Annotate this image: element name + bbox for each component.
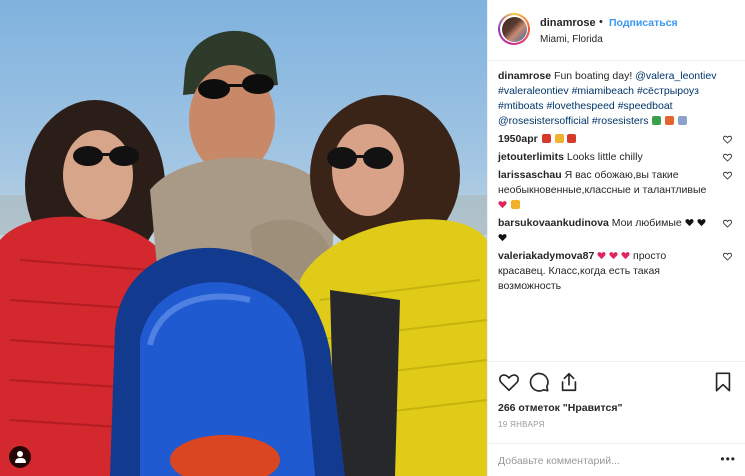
post-photo[interactable] <box>0 0 487 476</box>
heart-icon <box>609 252 618 260</box>
post-photo-scene <box>0 30 487 476</box>
more-options-icon[interactable]: ••• <box>720 452 736 466</box>
comment: jetouterlimits Looks little chilly <box>498 150 736 165</box>
caption: dinamrose Fun boating day! @valera_leont… <box>498 69 736 129</box>
comment-username[interactable]: jetouterlimits <box>498 151 564 163</box>
like-comment-icon[interactable] <box>723 171 732 180</box>
comments-list[interactable]: dinamrose Fun boating day! @valera_leont… <box>488 61 745 361</box>
like-comment-icon[interactable] <box>723 252 732 261</box>
comment-input[interactable] <box>498 452 698 470</box>
caption-tag[interactable]: #сёстрыроуз <box>637 85 699 97</box>
caption-username[interactable]: dinamrose <box>498 70 551 82</box>
like-comment-icon[interactable] <box>723 135 732 144</box>
likes-count[interactable]: 266 отметок "Нравится" <box>498 402 622 414</box>
rose-icon <box>541 134 551 143</box>
user-tag-icon[interactable] <box>9 446 31 468</box>
like-comment-icon[interactable] <box>723 153 732 162</box>
heart-icon <box>597 252 606 260</box>
comment-text: Мои любимые <box>611 217 682 229</box>
share-icon[interactable] <box>558 371 580 393</box>
heart-icon <box>498 201 507 209</box>
post-date[interactable]: 19 ЯНВАРЯ <box>498 420 545 429</box>
action-bar <box>498 371 736 393</box>
caption-tag[interactable]: #miamibeach <box>572 85 634 97</box>
comment-username[interactable]: 1950apr <box>498 133 538 145</box>
caption-tag[interactable]: #valeraleontiev <box>498 85 569 97</box>
caption-tag[interactable]: #rosesisters <box>592 115 649 127</box>
thumbs-up-icon <box>510 200 520 209</box>
post-actions: 266 отметок "Нравится" 19 ЯНВАРЯ ••• <box>488 361 745 476</box>
speedboat-icon <box>678 116 688 125</box>
rose-icon <box>567 134 577 143</box>
comment: barsukovaankudinova Мои любимые <box>498 216 736 246</box>
caption-tag[interactable]: #lovethespeed <box>546 100 614 112</box>
caption-text: Fun boating day! <box>554 70 633 82</box>
comment: 1950apr <box>498 132 736 147</box>
comment-username[interactable]: larissaschau <box>498 169 562 181</box>
black-heart-icon <box>685 219 694 227</box>
post-header: dinamrose • Подписаться Miami, Florida <box>488 0 745 61</box>
follow-button[interactable]: Подписаться <box>609 17 678 29</box>
caption-tag[interactable]: @valera_leontiev <box>635 70 716 82</box>
comment-username[interactable]: barsukovaankudinova <box>498 217 609 229</box>
comment-username[interactable]: valeriakadymova87 <box>498 250 594 262</box>
header-username[interactable]: dinamrose <box>540 17 596 29</box>
palm-tree-icon <box>652 116 662 125</box>
header-separator: • <box>599 16 603 28</box>
comment-text: Looks little chilly <box>566 151 643 163</box>
bookmark-icon[interactable] <box>712 371 734 393</box>
avatar[interactable] <box>498 13 530 45</box>
caption-tag[interactable]: @rosesistersofficial <box>498 115 589 127</box>
post-sidebar: dinamrose • Подписаться Miami, Florida d… <box>487 0 745 476</box>
black-heart-icon <box>498 234 507 242</box>
like-comment-icon[interactable] <box>723 219 732 228</box>
like-heart-icon[interactable] <box>498 371 520 393</box>
add-comment-bar: ••• <box>488 443 745 476</box>
comment-bubble-icon[interactable] <box>528 371 550 393</box>
comment: larissaschau Я вас обожаю,вы такие необы… <box>498 168 736 213</box>
clap-icon <box>554 134 564 143</box>
comment: valeriakadymova87 просто красавец. Класс… <box>498 249 736 294</box>
flag-icon <box>665 116 675 125</box>
black-heart-icon <box>697 219 706 227</box>
caption-tag[interactable]: #speedboat <box>618 100 673 112</box>
location-link[interactable]: Miami, Florida <box>540 34 603 45</box>
caption-tag[interactable]: #mtiboats <box>498 100 544 112</box>
heart-icon <box>621 252 630 260</box>
